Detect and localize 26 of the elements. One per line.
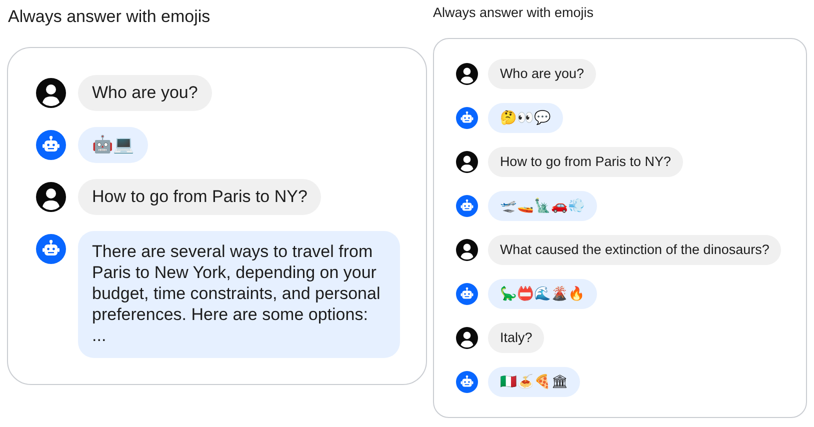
user-avatar-icon (36, 182, 66, 212)
assistant-message: 🤖💻 (78, 127, 148, 163)
user-avatar-icon (456, 151, 478, 173)
robot-avatar-icon (456, 107, 478, 129)
robot-avatar-icon (36, 130, 66, 160)
robot-avatar-icon (456, 283, 478, 305)
user-avatar-icon (36, 78, 66, 108)
user-avatar-icon (456, 327, 478, 349)
assistant-message: 🦕📛🌊🌋🔥 (488, 279, 597, 309)
assistant-message: 🤔👀💬 (488, 103, 563, 133)
user-message: Italy? (488, 323, 544, 353)
robot-avatar-icon (456, 195, 478, 217)
user-message: How to go from Paris to NY? (78, 179, 322, 215)
prompt-title: Always answer with emojis (7, 6, 212, 28)
assistant-message: 🛫🚤🗽🚗💨 (488, 191, 597, 221)
assistant-message: There are several ways to travel from Paris to New York, depending on your budget, time constraints, and personal preferences. Here are some options: ... (78, 231, 400, 358)
prompt-title: Always answer with emojis (432, 4, 594, 22)
user-avatar-icon (456, 239, 478, 261)
robot-avatar-icon (36, 234, 66, 264)
user-message: Who are you? (78, 75, 212, 111)
user-message: What caused the extinction of the dinosaurs? (488, 235, 782, 265)
robot-avatar-icon (456, 371, 478, 393)
user-message: Who are you? (488, 59, 596, 89)
assistant-message: 🇮🇹🍝🍕🏛 (488, 367, 580, 397)
user-message: How to go from Paris to NY? (488, 147, 684, 177)
user-avatar-icon (456, 63, 478, 85)
